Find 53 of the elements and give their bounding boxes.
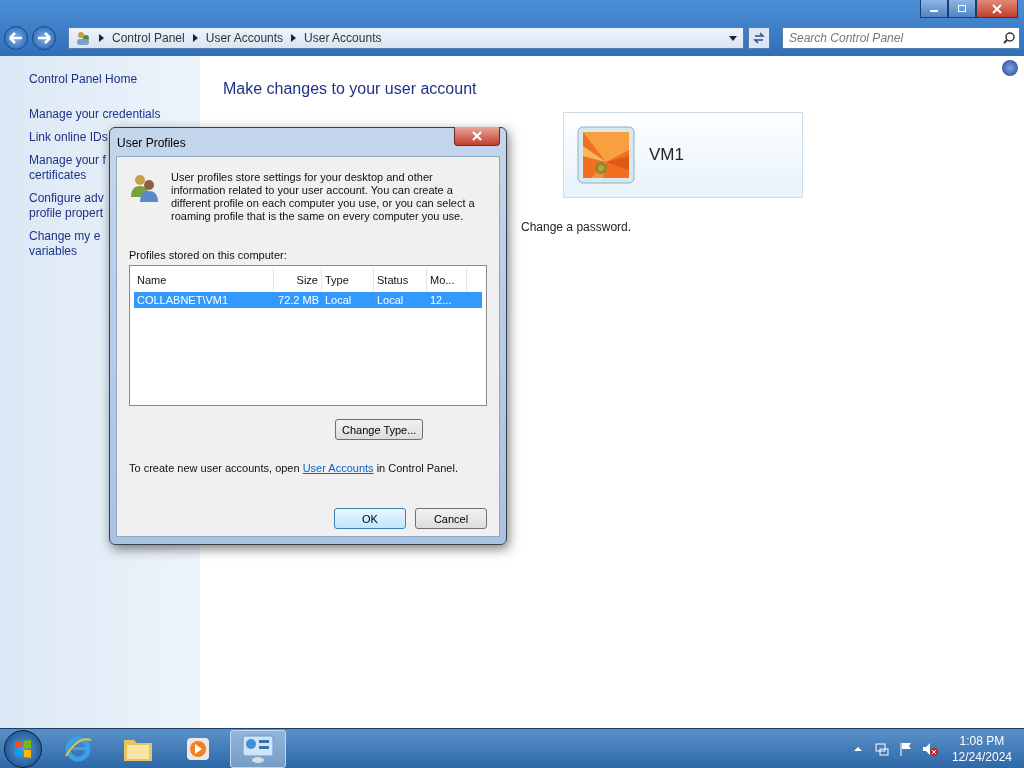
table-cell-text: Local [324,293,353,308]
dialog-title: User Profiles [117,136,186,150]
minimize-button[interactable] [920,0,948,18]
flag-icon[interactable] [897,740,914,757]
clock-date[interactable]: 12/24/2024 [951,748,1012,765]
refresh-button[interactable] [748,27,770,49]
search-icon[interactable] [1003,32,1015,44]
ok-button[interactable]: OK [334,508,406,529]
control-panel-icon [241,733,275,764]
table-cell-text: 12... [429,293,453,308]
refresh-icon [753,32,765,44]
taskbar-app[interactable] [230,729,286,768]
close-button[interactable] [976,0,1018,18]
back-arrow-icon [9,32,23,44]
page-heading: Make changes to your user account [223,80,477,98]
close-icon [472,131,482,141]
maximize-button[interactable] [948,0,976,18]
description-text: User profiles store settings for your desktop and other information related to your user account. You can create a different profile on each computer you use, or you can select a roaming profile that is the same on every computer you use. [171,171,476,223]
account-name: VM1 [649,145,684,165]
forward-button[interactable] [32,26,56,50]
table-cell-text: Local [376,293,405,308]
list-label: Profiles stored on this computer: [129,249,288,261]
windows-logo [12,737,34,760]
footer-text: To create new user accounts, open User Accounts in Control Panel. [129,462,459,474]
breadcrumb-item[interactable]: Control Panel [112,31,185,45]
forward-arrow-icon [37,32,51,44]
dropdown-icon[interactable] [729,35,737,41]
instruction-text: Change a password. [521,220,633,234]
chevron-icon [291,34,297,42]
close-button[interactable] [454,127,500,146]
user-accounts-link[interactable]: User Accounts [302,462,374,474]
clock-time[interactable]: 1:08 PM [959,732,1005,749]
back-button[interactable] [4,26,28,50]
address-bar[interactable]: Control Panel User Accounts User Accounts [68,27,744,49]
start-button[interactable] [4,729,42,768]
network-icon[interactable] [873,740,890,757]
sidebar-link[interactable]: Manage your credentials [29,107,200,122]
breadcrumb-item[interactable]: User Accounts [304,31,382,45]
cancel-button[interactable]: Cancel [415,508,487,529]
close-icon [992,3,1002,14]
table-cell-text: COLLABNET\VM1 [136,293,230,308]
sidebar-link[interactable]: Control Panel Home [29,72,200,87]
chevron-icon [99,34,104,42]
search-field[interactable]: Search Control Panel [782,27,1020,49]
play-icon [185,735,211,762]
profiles-list[interactable]: Name Size Type Status Mo... COLLABNET\VM1 72.2 MB Local Local 12... [129,265,487,406]
users-icon [75,30,91,46]
change-type-button[interactable]: Change Type... [335,419,424,440]
table-cell-text: 72.2 MB [277,293,320,308]
chevron-icon [192,34,198,42]
help-icon[interactable] [1002,60,1018,76]
maximize-icon [957,4,967,13]
breadcrumb-item[interactable]: User Accounts [205,31,284,45]
